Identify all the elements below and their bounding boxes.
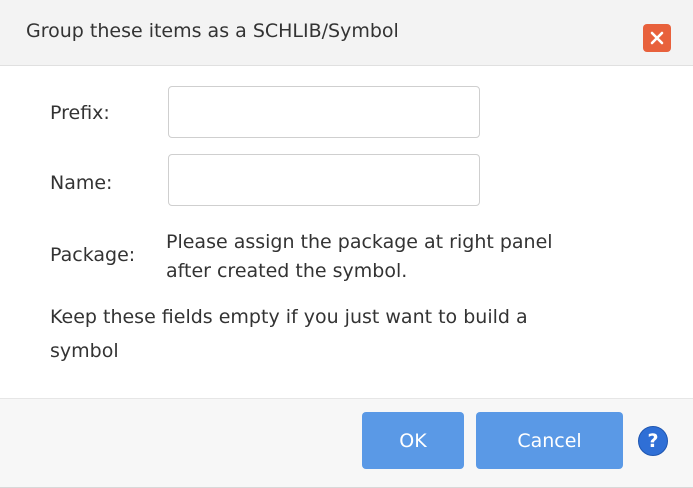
package-instructions-line1: Please assign the package at right panel (166, 231, 553, 253)
help-icon[interactable]: ? (638, 426, 668, 456)
package-instructions: Please assign the package at right panel… (166, 228, 553, 286)
close-icon[interactable] (643, 24, 671, 52)
hint-line2: symbol (50, 340, 119, 362)
hint-text: Keep these fields empty if you just want… (50, 300, 650, 368)
name-label: Name: (50, 172, 113, 194)
package-label: Package: (50, 244, 136, 266)
cancel-button[interactable]: Cancel (476, 412, 623, 469)
package-instructions-line2: after created the symbol. (166, 260, 408, 282)
prefix-label: Prefix: (50, 102, 110, 124)
dialog: Group these items as a SCHLIB/Symbol Pre… (0, 0, 693, 488)
prefix-input[interactable] (168, 86, 480, 138)
name-input[interactable] (168, 154, 480, 206)
ok-button[interactable]: OK (362, 412, 464, 469)
dialog-title: Group these items as a SCHLIB/Symbol (26, 20, 399, 42)
hint-line1: Keep these fields empty if you just want… (50, 306, 528, 328)
close-icon-glyph (650, 31, 664, 45)
title-bar: Group these items as a SCHLIB/Symbol (0, 0, 693, 66)
